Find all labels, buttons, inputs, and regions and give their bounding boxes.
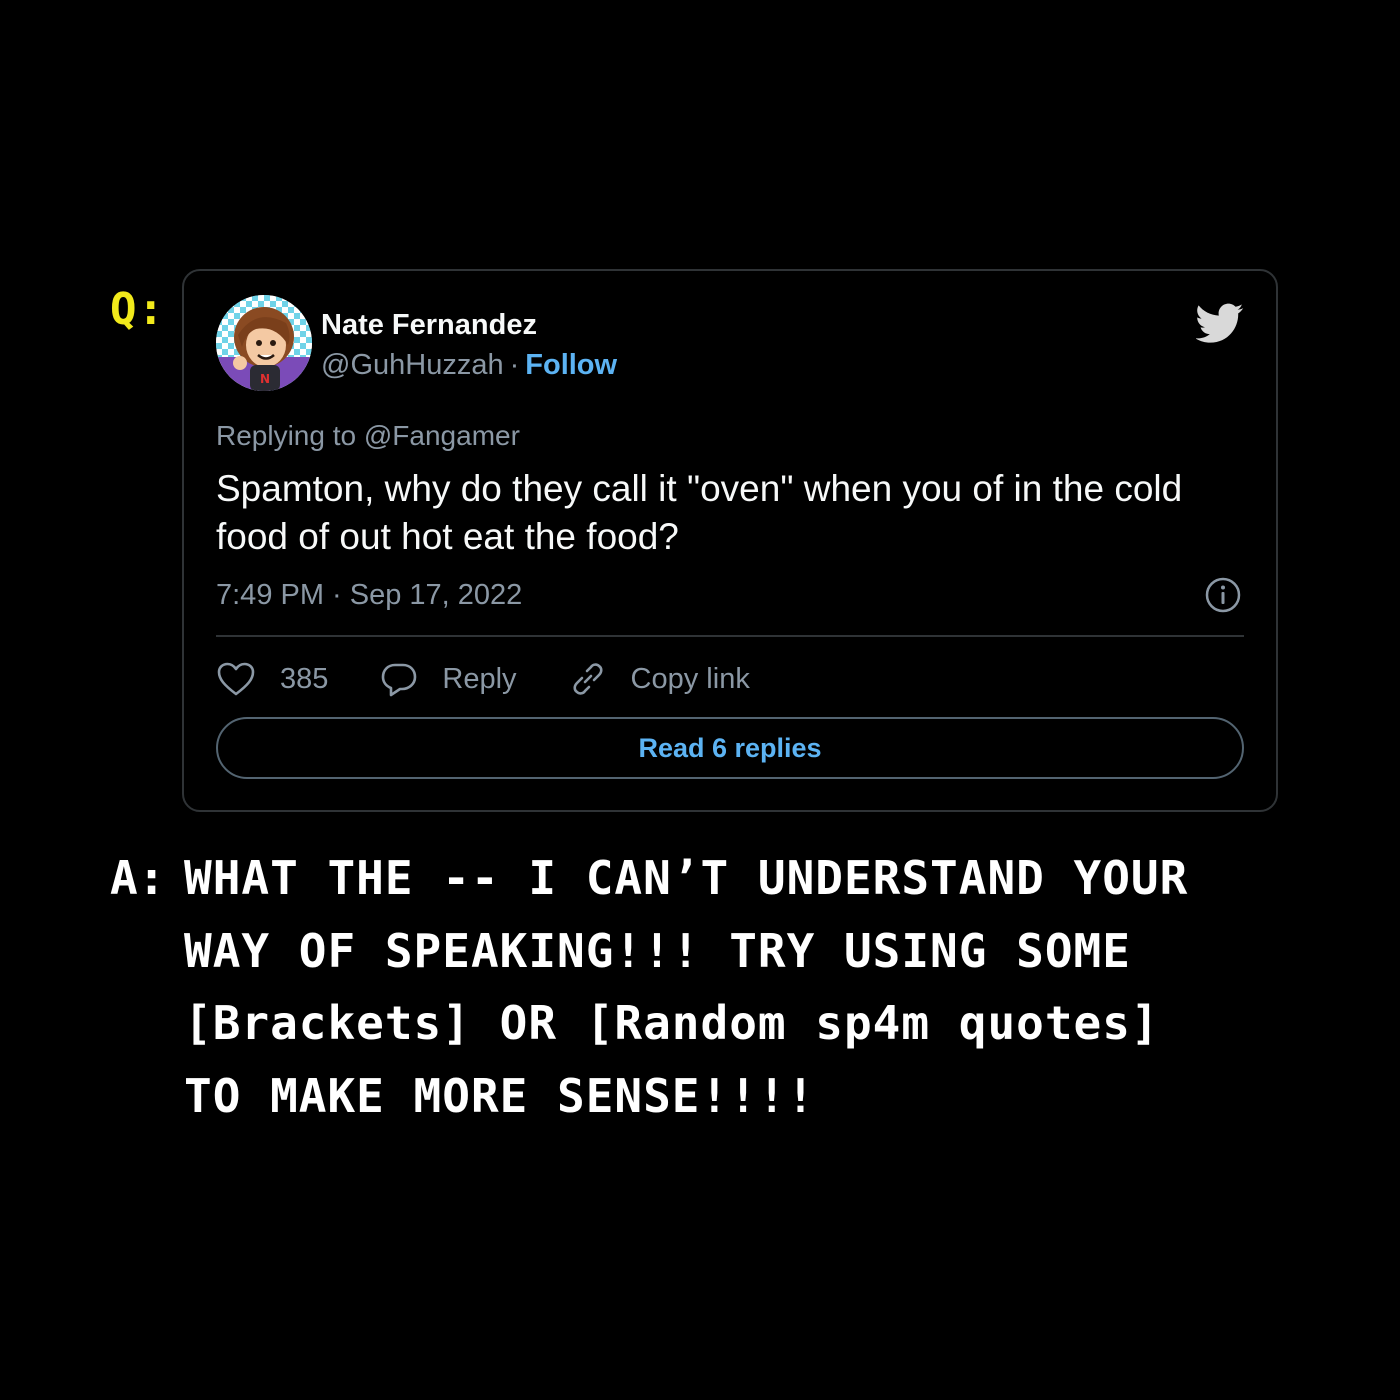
- tweet-timestamp[interactable]: 7:49 PM · Sep 17, 2022: [216, 577, 522, 613]
- replying-to-mention[interactable]: @Fangamer: [364, 420, 520, 451]
- svg-text:N: N: [260, 372, 270, 386]
- author-handle-row: @GuhHuzzah · Follow: [321, 347, 617, 383]
- question-label: Q:: [110, 284, 165, 335]
- like-button[interactable]: 385: [216, 661, 328, 697]
- link-icon: [573, 663, 603, 695]
- answer-line: WAY OF SPEAKING!!! TRY USING SOME: [184, 923, 1131, 978]
- tweet-text: Spamton, why do they call it "oven" when…: [216, 468, 1183, 557]
- like-count: 385: [280, 662, 329, 695]
- avatar[interactable]: N: [216, 295, 312, 391]
- author-handle[interactable]: @GuhHuzzah: [321, 349, 504, 381]
- answer-line: TO MAKE MORE SENSE!!!!: [184, 1068, 816, 1123]
- replying-to: Replying to @Fangamer: [216, 419, 520, 453]
- follow-button[interactable]: Follow: [525, 349, 617, 381]
- reply-button[interactable]: Reply: [380, 661, 517, 697]
- copy-link-label: Copy link: [630, 662, 750, 695]
- twitter-bird-icon[interactable]: [1196, 299, 1244, 347]
- separator-dot: ·: [509, 349, 520, 381]
- answer-line: WHAT THE -- I CAN’T UNDERSTAND YOUR: [184, 851, 1189, 905]
- answer-label: A:: [110, 851, 166, 905]
- read-replies-button[interactable]: Read 6 replies: [216, 717, 1244, 779]
- heart-icon: [217, 662, 255, 696]
- author-name[interactable]: Nate Fernandez: [321, 307, 537, 343]
- answer-line: [Brackets] OR [Random sp4m quotes]: [184, 996, 1160, 1050]
- tweet-card[interactable]: N Nate Fernandez @GuhHuzzah · Follow Reply…: [182, 269, 1278, 812]
- info-icon[interactable]: [1204, 576, 1242, 614]
- reply-label: Reply: [442, 662, 517, 695]
- avatar-image: N: [216, 295, 312, 391]
- speech-bubble-icon: [382, 663, 417, 697]
- tweet-actions: 385 Reply Copy link: [216, 659, 802, 699]
- divider: [216, 635, 1244, 637]
- answer-text: WHAT THE -- I CAN’T UNDERSTAND YOUR WAY …: [184, 842, 1264, 1132]
- replying-to-prefix: Replying to: [216, 420, 357, 451]
- copy-link-button[interactable]: Copy link: [569, 660, 750, 698]
